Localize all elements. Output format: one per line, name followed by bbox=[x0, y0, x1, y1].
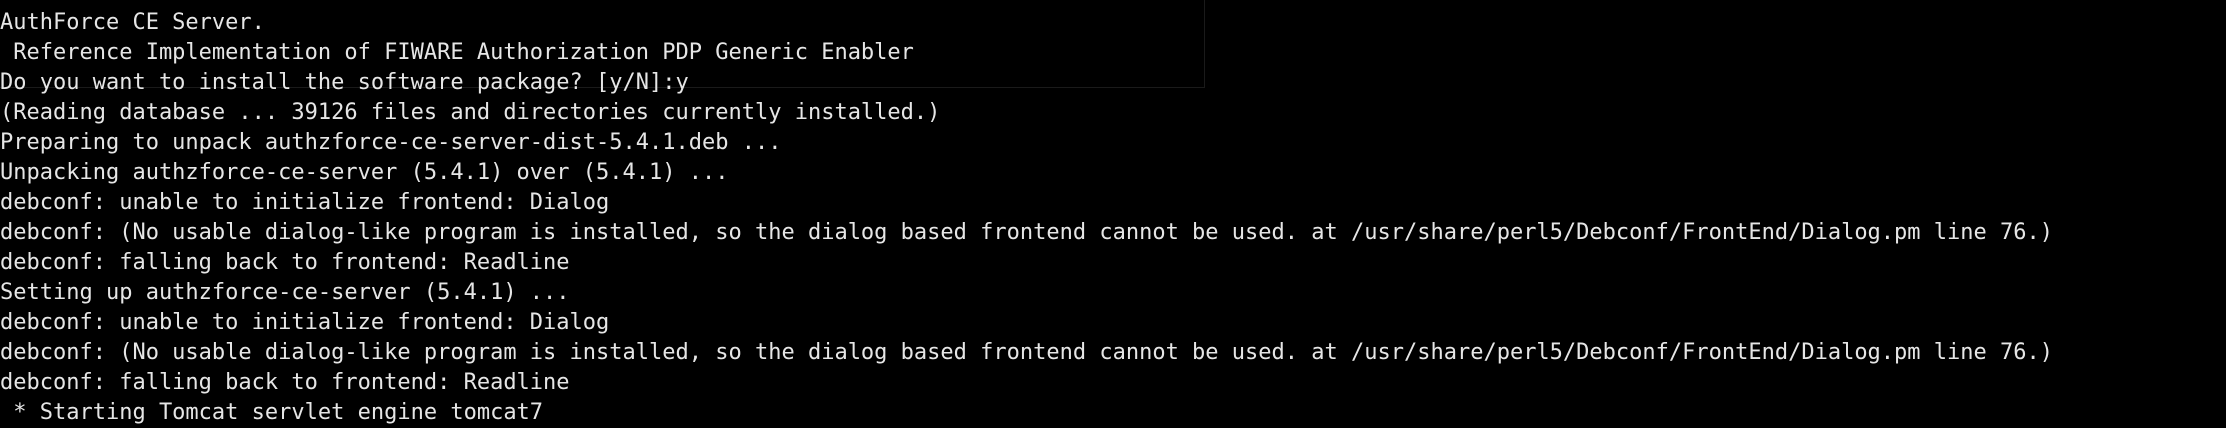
terminal-line: debconf: falling back to frontend: Readl… bbox=[0, 250, 570, 275]
terminal-line: debconf: unable to initialize frontend: … bbox=[0, 310, 610, 335]
terminal-line: debconf: (No usable dialog-like program … bbox=[0, 340, 2053, 365]
terminal-line: Unpacking authzforce-ce-server (5.4.1) o… bbox=[0, 160, 729, 185]
terminal-line: * Starting Tomcat servlet engine tomcat7 bbox=[0, 400, 544, 425]
terminal-line: debconf: (No usable dialog-like program … bbox=[0, 220, 2053, 245]
terminal-line: Setting up authzforce-ce-server (5.4.1) … bbox=[0, 280, 570, 305]
terminal-line: Do you want to install the software pack… bbox=[0, 70, 689, 95]
terminal-output: AuthForce CE Server. Reference Implement… bbox=[0, 8, 2053, 428]
terminal-line: Preparing to unpack authzforce-ce-server… bbox=[0, 130, 782, 155]
terminal-line: AuthForce CE Server. bbox=[0, 10, 265, 35]
terminal-line: debconf: unable to initialize frontend: … bbox=[0, 190, 610, 215]
terminal-window[interactable]: AuthForce CE Server. Reference Implement… bbox=[0, 0, 2226, 428]
terminal-line: (Reading database ... 39126 files and di… bbox=[0, 100, 941, 125]
terminal-line: debconf: falling back to frontend: Readl… bbox=[0, 370, 570, 395]
terminal-line: Reference Implementation of FIWARE Autho… bbox=[0, 40, 914, 65]
